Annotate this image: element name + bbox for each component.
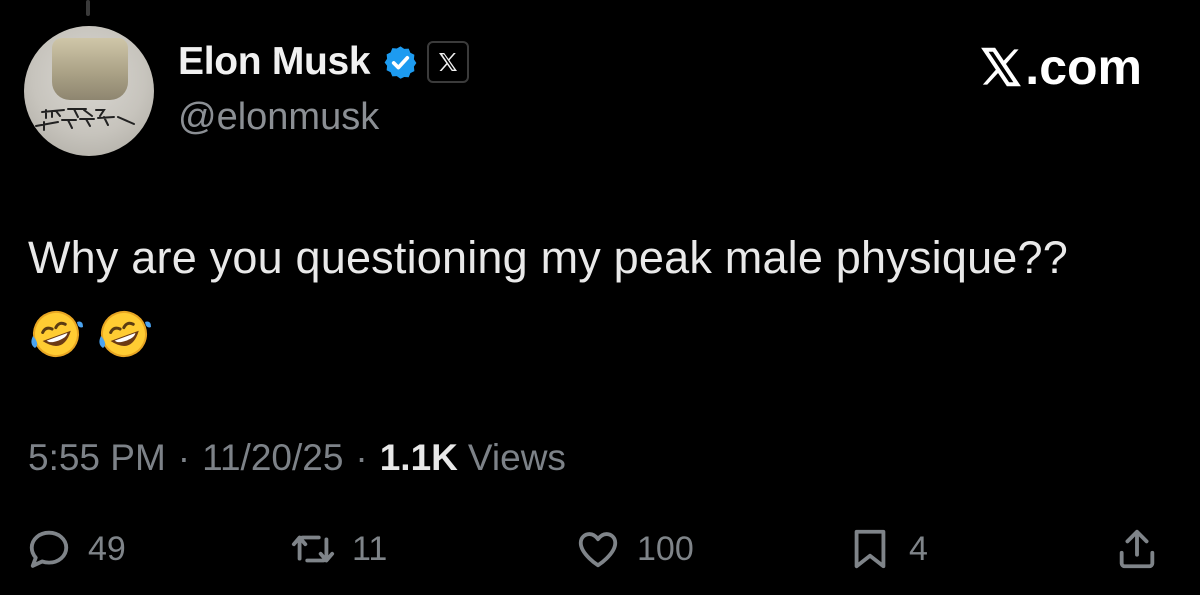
tweet-time[interactable]: 5:55 PM xyxy=(28,437,166,479)
heart-icon xyxy=(578,532,618,568)
share-button[interactable] xyxy=(1114,526,1176,572)
author-name-row: Elon Musk xyxy=(178,40,470,84)
tweet-actions-bar: 49 11 100 4 xyxy=(0,526,1200,586)
avatar-cap-graphic xyxy=(52,38,128,100)
repost-count: 11 xyxy=(352,529,388,568)
tweet-meta: 5:55 PM · 11/20/25 · 1.1K Views xyxy=(28,437,566,479)
author-handle[interactable]: @elonmusk xyxy=(178,96,379,139)
like-count: 100 xyxy=(637,529,694,568)
meta-separator: · xyxy=(355,437,368,478)
bookmark-button[interactable]: 4 xyxy=(847,526,928,572)
x-affiliation-badge-icon[interactable] xyxy=(427,41,470,83)
tweet-text: Why are you questioning my peak male phy… xyxy=(28,232,1068,283)
views-label: Views xyxy=(467,437,566,478)
bookmark-icon xyxy=(854,529,886,569)
reply-icon xyxy=(29,530,69,568)
thread-connector-line xyxy=(86,0,90,16)
reply-button[interactable]: 49 xyxy=(26,526,126,572)
avatar-signature-graphic xyxy=(35,108,135,131)
brand-domain-text: .com xyxy=(1025,39,1142,95)
tweet-emoji-row xyxy=(28,306,164,362)
brand-watermark: .com xyxy=(979,38,1142,96)
x-logo-icon xyxy=(981,47,1022,87)
like-button[interactable]: 100 xyxy=(575,526,694,572)
avatar[interactable] xyxy=(24,26,154,156)
verified-badge-icon[interactable] xyxy=(382,44,419,81)
author-name[interactable]: Elon Musk xyxy=(178,40,371,84)
share-icon xyxy=(1119,529,1155,569)
rofl-emoji-icon xyxy=(99,311,151,357)
rofl-emoji-icon xyxy=(31,311,83,357)
views-count[interactable]: 1.1K xyxy=(380,437,458,479)
tweet-date[interactable]: 11/20/25 xyxy=(202,437,343,479)
repost-button[interactable]: 11 xyxy=(290,526,387,572)
meta-separator: · xyxy=(177,437,191,478)
reply-count: 49 xyxy=(88,529,126,568)
repost-icon xyxy=(291,535,335,563)
bookmark-count: 4 xyxy=(909,529,928,568)
